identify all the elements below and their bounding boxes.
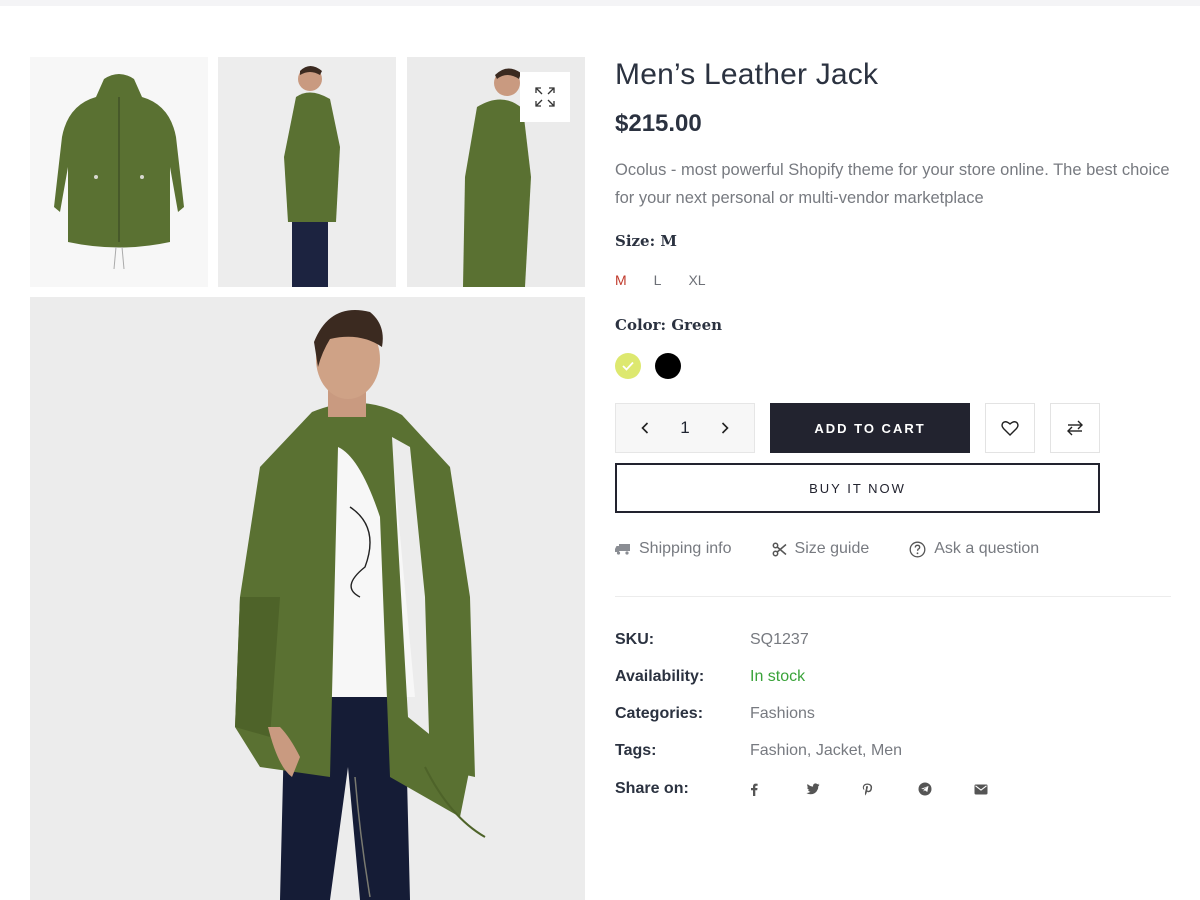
categories-label: Categories:: [615, 705, 704, 722]
buy-now-button[interactable]: BUY IT NOW: [615, 463, 1100, 513]
thumbnail-front[interactable]: [30, 57, 208, 287]
categories-value[interactable]: Fashions: [750, 705, 815, 723]
size-guide-label: Size guide: [794, 540, 870, 557]
thumbnail-side[interactable]: [218, 57, 396, 287]
share-email[interactable]: [974, 780, 1030, 798]
product-description: Ocolus - most powerful Shopify theme for…: [615, 161, 1170, 207]
tags-label: Tags:: [615, 742, 657, 759]
categories-row: Categories: Fashions: [615, 705, 815, 723]
pinterest-icon: [862, 783, 873, 796]
availability-label: Availability:: [615, 668, 705, 685]
main-product-image[interactable]: [30, 297, 585, 900]
color-swatches: [615, 353, 695, 379]
sku-row: SKU: SQ1237: [615, 631, 809, 649]
size-selected-value: M: [660, 232, 677, 250]
expand-image-button[interactable]: [520, 72, 570, 122]
product-links: Shipping info Size guide Ask a question: [615, 540, 1039, 558]
wishlist-button[interactable]: [985, 403, 1035, 453]
size-options: M L XL: [615, 272, 733, 288]
quantity-decrease-button[interactable]: [638, 418, 652, 438]
share-label: Share on:: [615, 780, 689, 797]
tags-row: Tags: Fashion, Jacket, Men: [615, 742, 902, 760]
compare-arrows-icon: [1067, 420, 1083, 436]
email-icon: [974, 784, 988, 794]
color-label-text: Color:: [615, 316, 667, 334]
facebook-icon: [751, 783, 758, 796]
chevron-left-icon: [641, 422, 649, 434]
color-swatch-green[interactable]: [615, 353, 641, 379]
color-swatch-black[interactable]: [655, 353, 681, 379]
share-pinterest[interactable]: [862, 780, 918, 798]
telegram-icon: [918, 782, 932, 796]
size-option-l[interactable]: L: [654, 272, 662, 288]
quantity-stepper: 1: [615, 403, 755, 453]
chevron-right-icon: [721, 422, 729, 434]
scissors-icon: [772, 542, 787, 556]
tags-value[interactable]: Fashion, Jacket, Men: [750, 742, 902, 760]
color-selected-value: Green: [671, 316, 723, 334]
quantity-increase-button[interactable]: [718, 418, 732, 438]
section-divider: [615, 596, 1171, 597]
jacket-front-image: [30, 57, 208, 287]
heart-icon: [1001, 421, 1019, 436]
add-to-cart-button[interactable]: ADD TO CART: [770, 403, 970, 453]
ask-question-label: Ask a question: [934, 540, 1040, 557]
model-side-image: [218, 57, 396, 287]
share-twitter[interactable]: [806, 780, 862, 798]
question-circle-icon: [909, 541, 926, 557]
size-guide-link[interactable]: Size guide: [772, 540, 870, 558]
sku-label: SKU:: [615, 631, 655, 648]
size-label-text: Size:: [615, 232, 656, 250]
product-title: Men’s Leather Jack: [615, 58, 879, 91]
share-icons: [750, 780, 1030, 798]
share-row: Share on:: [615, 780, 1030, 798]
expand-icon: [535, 87, 555, 107]
top-bar: [0, 0, 1200, 6]
compare-button[interactable]: [1050, 403, 1100, 453]
quantity-value[interactable]: 1: [680, 418, 689, 438]
size-option-xl[interactable]: XL: [688, 272, 705, 288]
check-icon: [622, 361, 634, 371]
product-price: $215.00: [615, 110, 702, 137]
truck-icon: [615, 544, 630, 555]
availability-value: In stock: [750, 668, 806, 685]
sku-value: SQ1237: [750, 631, 809, 648]
share-facebook[interactable]: [750, 780, 806, 798]
availability-row: Availability: In stock: [615, 668, 805, 686]
size-option-m[interactable]: M: [615, 272, 627, 288]
model-front-image: [30, 297, 585, 900]
shipping-info-link[interactable]: Shipping info: [615, 540, 732, 558]
color-label: Color: Green: [615, 316, 722, 334]
size-label: Size: M: [615, 232, 677, 250]
shipping-info-label: Shipping info: [639, 540, 732, 557]
share-telegram[interactable]: [918, 780, 974, 798]
twitter-icon: [806, 783, 820, 795]
ask-question-link[interactable]: Ask a question: [909, 540, 1039, 558]
